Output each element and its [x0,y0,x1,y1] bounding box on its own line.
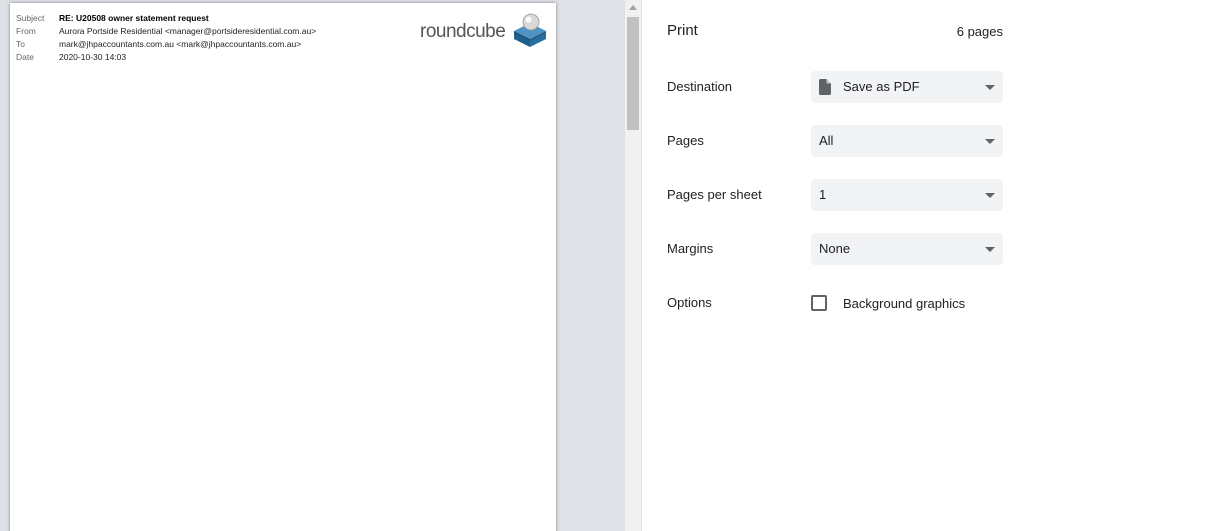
destination-label: Destination [667,79,733,94]
roundcube-logo-text: roundcube [420,21,506,42]
date-row: Date 2020-10-30 14:03 [16,52,126,63]
scroll-up-arrow-icon[interactable] [629,5,637,10]
pages-per-sheet-select[interactable]: 1 [811,179,1003,211]
from-row: From Aurora Portside Residential <manager… [16,26,316,37]
date-label: Date [16,52,34,62]
chevron-down-icon [985,85,995,90]
pages-per-sheet-value: 1 [819,187,827,202]
subject-row: Subject RE: U20508 owner statement reques… [16,13,209,24]
background-graphics-checkbox[interactable] [811,295,827,311]
destination-value: Save as PDF [843,79,920,94]
scrollbar-thumb[interactable] [627,17,639,130]
preview-scrollbar[interactable] [625,0,642,531]
background-graphics-label[interactable]: Background graphics [843,296,965,311]
page-count: 6 pages [956,24,1003,39]
margins-label: Margins [667,241,714,256]
to-value: mark@jhpaccountants.com.au <mark@jhpacco… [59,39,302,49]
print-settings-panel: Print 6 pages Destination Save as PDF Pa… [642,0,1207,531]
pages-label: Pages [667,133,704,148]
margins-select[interactable]: None [811,233,1003,265]
date-value: 2020-10-30 14:03 [59,52,127,62]
chevron-down-icon [985,139,995,144]
preview-page: Subject RE: U20508 owner statement reques… [10,3,556,531]
roundcube-cube-icon [514,13,546,47]
chevron-down-icon [985,247,995,252]
subject-label: Subject [16,13,45,23]
pages-select[interactable]: All [811,125,1003,157]
subject-value: RE: U20508 owner statement request [59,13,209,23]
document-icon [819,79,831,95]
to-row: To mark@jhpaccountants.com.au <mark@jhpac… [16,39,301,50]
destination-select[interactable]: Save as PDF [811,71,1003,103]
from-value: Aurora Portside Residential <manager@por… [59,26,317,36]
print-title: Print [667,22,698,39]
pages-value: All [819,133,834,148]
chevron-down-icon [985,193,995,198]
margins-value: None [819,241,851,256]
roundcube-logo: roundcube [420,11,546,47]
from-label: From [16,26,36,36]
options-label: Options [667,295,712,310]
print-preview-pane[interactable]: Subject RE: U20508 owner statement reques… [0,0,625,531]
pages-per-sheet-label: Pages per sheet [667,187,762,202]
to-label: To [16,39,25,49]
